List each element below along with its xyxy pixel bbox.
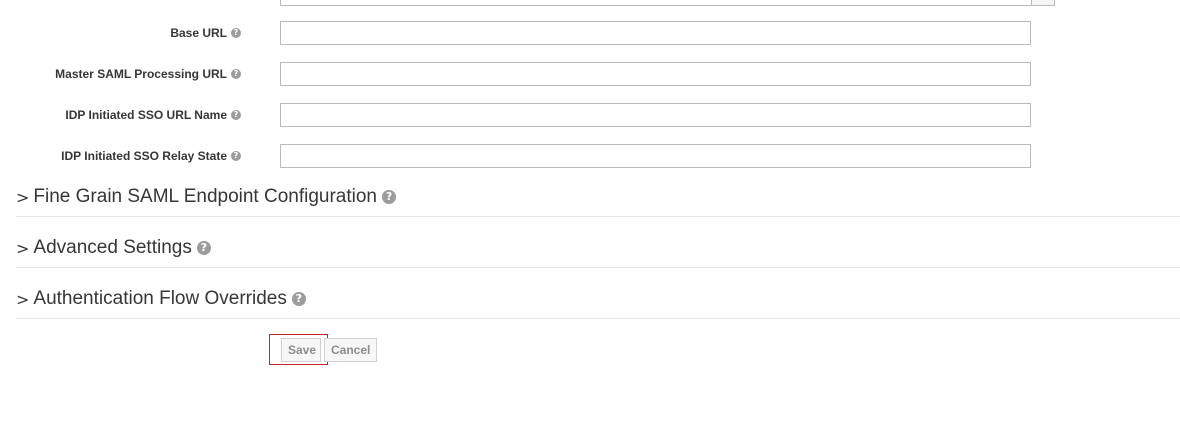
section-title: Authentication Flow Overrides	[33, 288, 287, 309]
previous-field-button[interactable]	[1031, 0, 1055, 6]
section-title: Advanced Settings	[33, 237, 192, 258]
section-toggle[interactable]: > Authentication Flow Overrides ?	[16, 288, 306, 310]
form-row-idp-initiated-sso-url-name: IDP Initiated SSO URL Name ?	[0, 103, 1180, 129]
chevron-right-icon: >	[16, 289, 30, 309]
idp-initiated-sso-url-name-input[interactable]	[280, 103, 1031, 127]
help-icon[interactable]: ?	[231, 110, 241, 120]
form-row-base-url: Base URL ?	[0, 21, 1180, 47]
help-icon[interactable]: ?	[291, 292, 306, 306]
idp-initiated-sso-relay-state-label: IDP Initiated SSO Relay State ?	[61, 149, 241, 163]
help-icon[interactable]: ?	[196, 241, 211, 255]
section-title: Fine Grain SAML Endpoint Configuration	[33, 186, 378, 207]
master-saml-processing-url-input[interactable]	[280, 62, 1031, 86]
idp-initiated-sso-relay-state-input[interactable]	[280, 144, 1031, 168]
section-authentication-flow-overrides: > Authentication Flow Overrides ?	[16, 288, 1180, 319]
chevron-right-icon: >	[16, 187, 30, 207]
section-toggle[interactable]: > Advanced Settings ?	[16, 237, 211, 259]
section-advanced-settings: > Advanced Settings ?	[16, 237, 1180, 268]
help-icon[interactable]: ?	[382, 190, 397, 204]
help-icon[interactable]: ?	[231, 151, 241, 161]
help-icon[interactable]: ?	[231, 28, 241, 38]
client-settings-form: Base URL ? Master SAML Processing URL ? …	[0, 0, 1180, 432]
base-url-label: Base URL ?	[170, 26, 241, 40]
form-row-idp-initiated-sso-relay-state: IDP Initiated SSO Relay State ?	[0, 144, 1180, 170]
chevron-right-icon: >	[16, 238, 30, 258]
form-row-master-saml-processing-url: Master SAML Processing URL ?	[0, 62, 1180, 88]
section-fine-grain-saml-endpoint-configuration: > Fine Grain SAML Endpoint Configuration…	[16, 186, 1180, 217]
idp-initiated-sso-url-name-label: IDP Initiated SSO URL Name ?	[65, 108, 241, 122]
master-saml-processing-url-label: Master SAML Processing URL ?	[55, 67, 241, 81]
save-button[interactable]: Save	[281, 338, 321, 362]
section-toggle[interactable]: > Fine Grain SAML Endpoint Configuration…	[16, 186, 397, 208]
help-icon[interactable]: ?	[231, 69, 241, 79]
base-url-input[interactable]	[280, 21, 1031, 45]
cancel-button[interactable]: Cancel	[324, 338, 377, 362]
previous-field[interactable]	[280, 0, 1055, 6]
